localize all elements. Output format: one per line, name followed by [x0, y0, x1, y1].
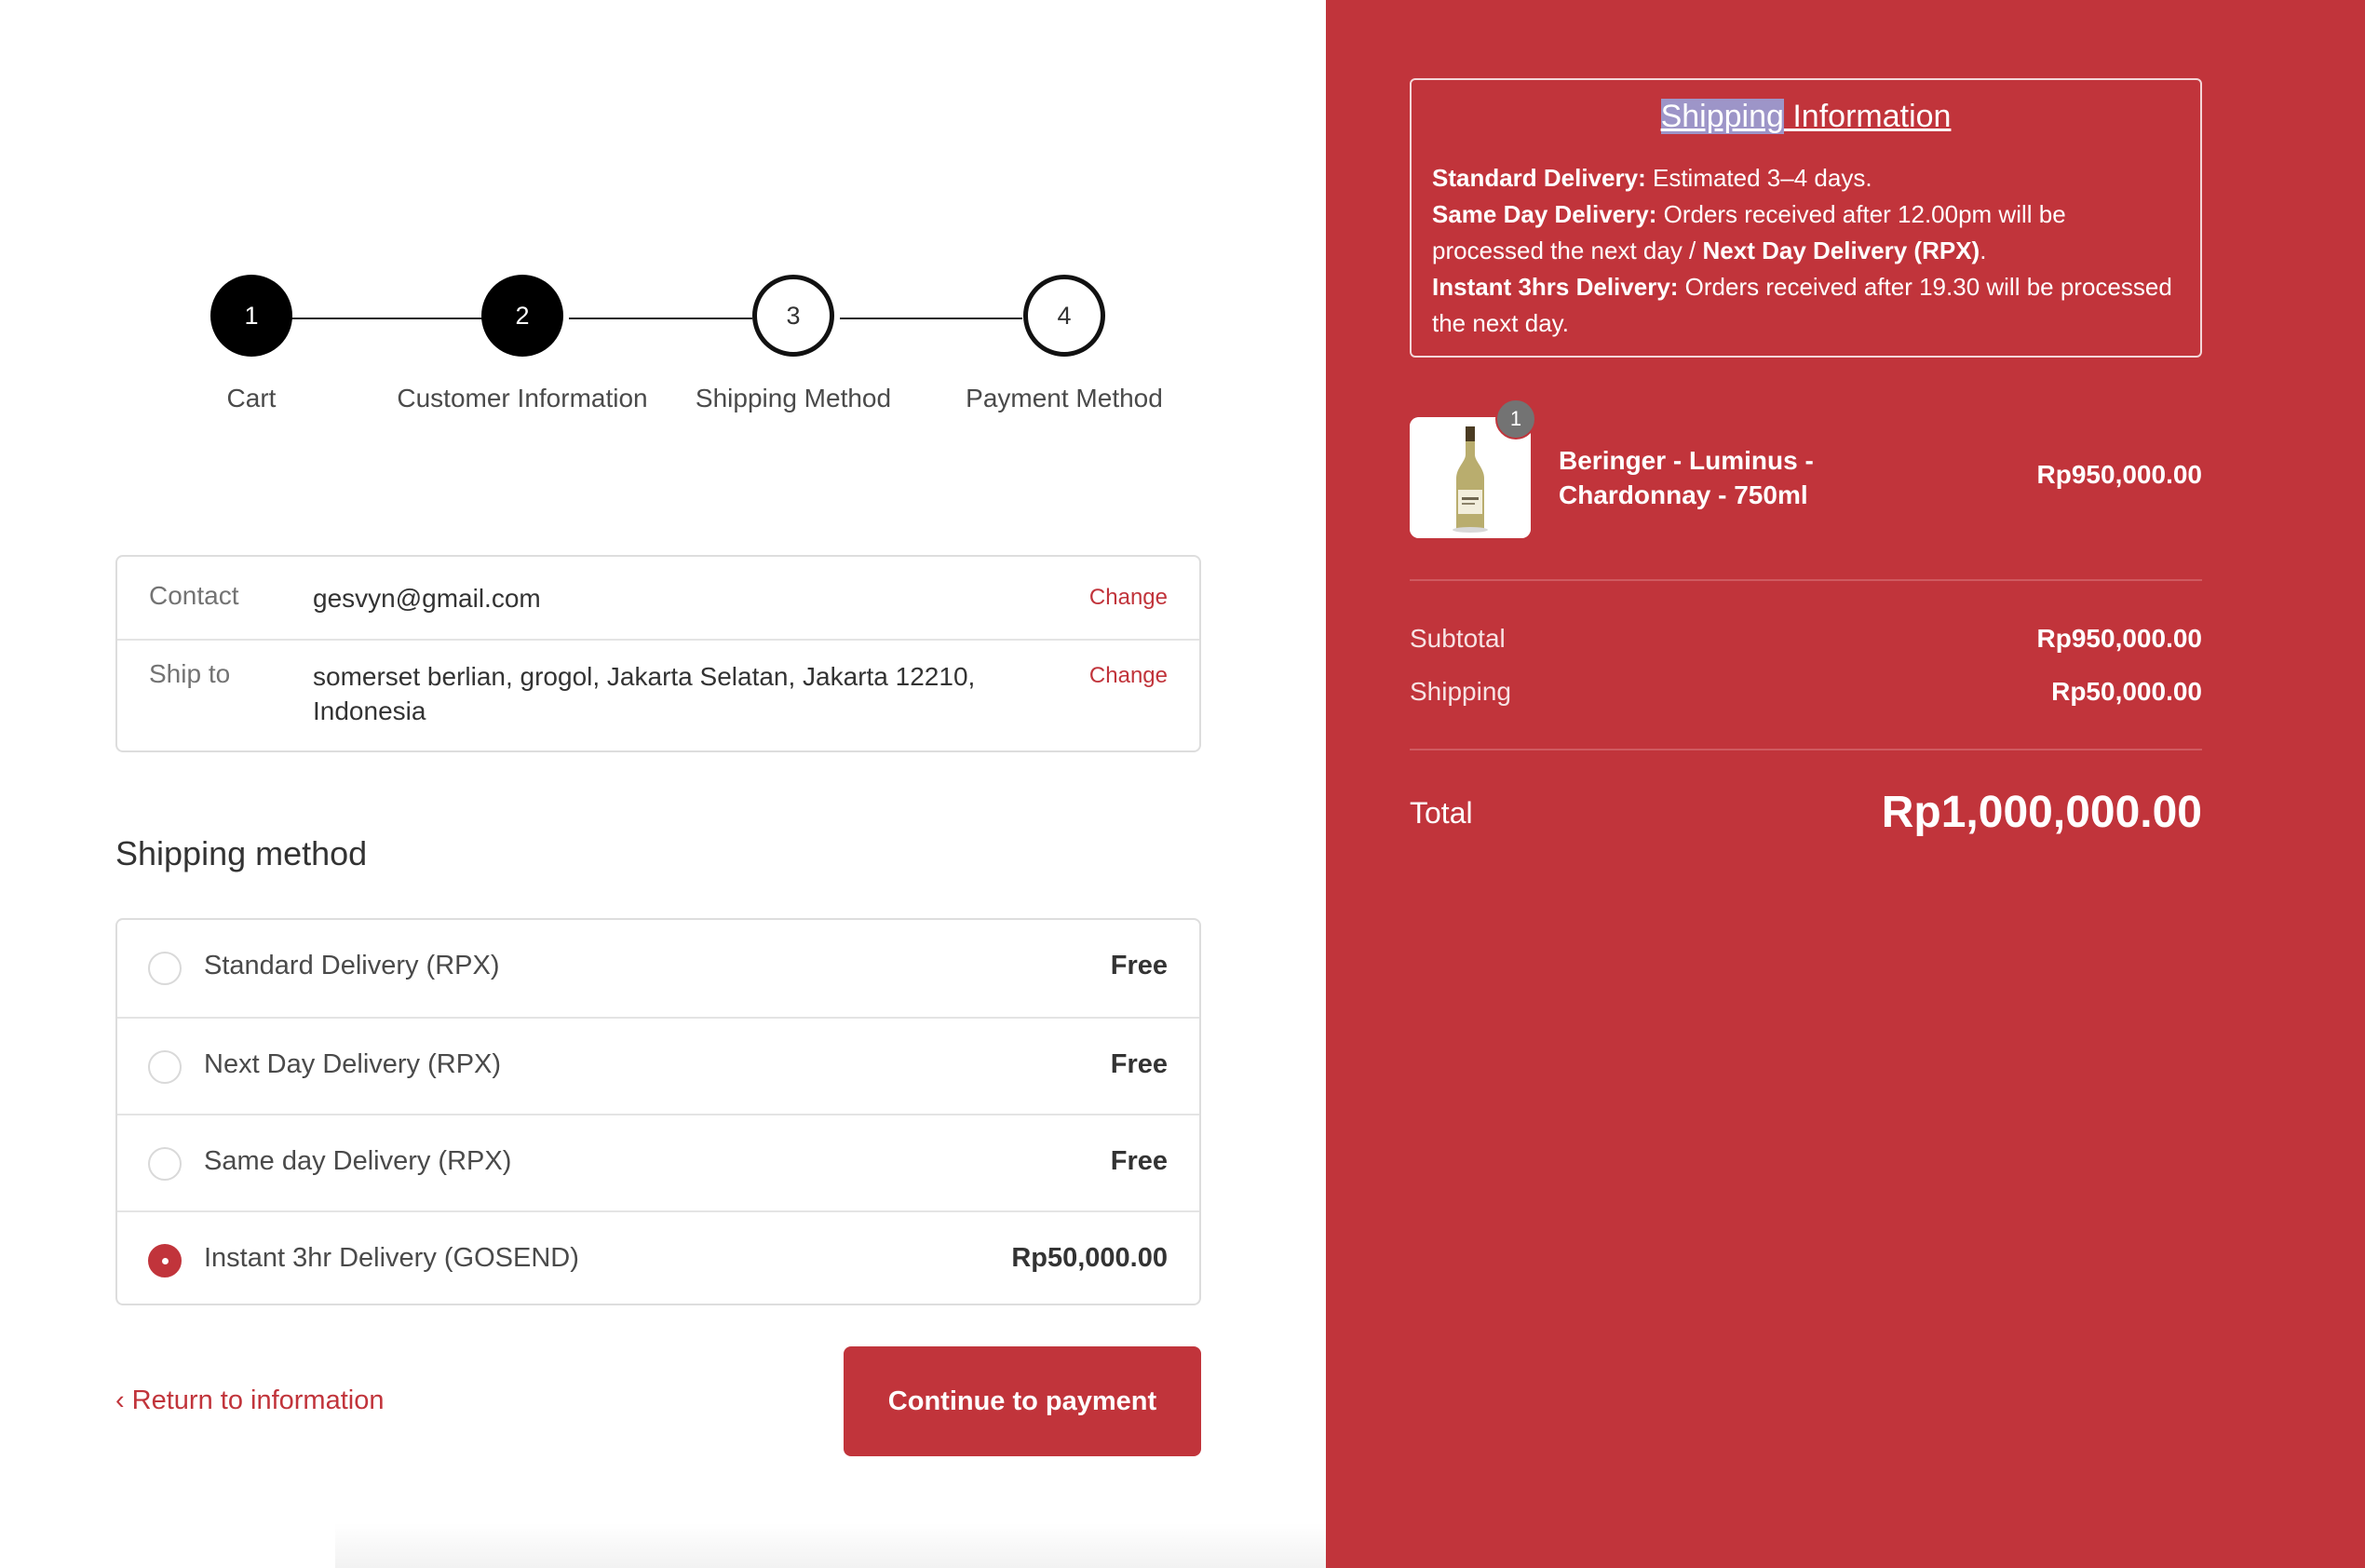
shipping-info-title[interactable]: Shipping Information: [1412, 99, 2200, 135]
shipping-options: Standard Delivery (RPX) Free Next Day De…: [115, 918, 1201, 1305]
step-customer-information[interactable]: 2 Customer Information: [383, 275, 662, 413]
step-label: Cart: [226, 384, 277, 412]
step-payment-method: 4 Payment Method: [925, 275, 1204, 413]
shipping-option-standard[interactable]: Standard Delivery (RPX) Free: [117, 920, 1199, 1017]
total-label: Total: [1410, 796, 1473, 830]
checkout-stepper: 1 Cart 2 Customer Information 3 Shipping…: [0, 0, 1326, 447]
order-summary-panel: Shipping Information Standard Delivery: …: [1326, 0, 2365, 1568]
shipping-option-same-day[interactable]: Same day Delivery (RPX) Free: [117, 1114, 1199, 1210]
info-next-day-suffix: .: [1980, 237, 1987, 264]
total-value: Rp1,000,000.00: [1881, 788, 2202, 837]
shipping-option-next-day[interactable]: Next Day Delivery (RPX) Free: [117, 1017, 1199, 1114]
info-standard-text: Estimated 3–4 days.: [1645, 164, 1872, 192]
summary-divider: [1410, 579, 2202, 581]
option-label: Instant 3hr Delivery (GOSEND): [204, 1243, 579, 1273]
title-highlight: Shipping: [1660, 99, 1784, 134]
step-cart[interactable]: 1 Cart: [112, 275, 391, 413]
step-label: Shipping Method: [695, 384, 892, 412]
option-label: Standard Delivery (RPX): [204, 951, 500, 980]
product-thumbnail: 1: [1410, 399, 1536, 538]
info-standard-label: Standard Delivery:: [1432, 164, 1646, 192]
step-shipping-method: 3 Shipping Method: [654, 275, 933, 413]
step-label: Payment Method: [966, 384, 1163, 412]
ship-to-value: somerset berlian, grogol, Jakarta Selata…: [313, 662, 976, 725]
info-instant: Instant 3hrs Delivery: Orders received a…: [1432, 269, 2177, 342]
order-item: 1 Beringer - Luminus - Chardonnay - 750m…: [1410, 399, 2202, 538]
info-standard: Standard Delivery: Estimated 3–4 days.: [1432, 160, 2177, 196]
option-price: Free: [1110, 1146, 1168, 1176]
ship-to-label: Ship to: [149, 659, 231, 688]
option-price: Rp50,000.00: [1011, 1243, 1168, 1273]
radio-button-selected[interactable]: [148, 1244, 182, 1277]
info-same-day: Same Day Delivery: Orders received after…: [1432, 196, 2177, 269]
subtotal-value: Rp950,000.00: [2036, 624, 2202, 653]
return-to-information-link[interactable]: ‹ Return to information: [115, 1386, 384, 1416]
info-next-day-label: Next Day Delivery (RPX): [1702, 237, 1980, 264]
step-number: 2: [481, 275, 563, 357]
option-price: Free: [1110, 1049, 1168, 1079]
chevron-left-icon: ‹: [115, 1386, 125, 1415]
step-label: Customer Information: [397, 384, 648, 412]
bottom-fade: [335, 1523, 1326, 1568]
radio-button[interactable]: [148, 1147, 182, 1181]
review-box: Contact gesvyn@gmail.com Change Ship to …: [115, 555, 1201, 752]
change-address-link[interactable]: Change: [1089, 663, 1168, 689]
product-name: Beringer - Luminus - Chardonnay - 750ml: [1559, 446, 1814, 509]
step-number: 3: [752, 275, 834, 357]
title-rest: Information: [1783, 99, 1952, 134]
radio-button[interactable]: [148, 952, 182, 985]
checkout-main: 1 Cart 2 Customer Information 3 Shipping…: [0, 0, 1326, 1568]
shipping-label: Shipping: [1410, 677, 1511, 706]
shipping-method-title: Shipping method: [115, 834, 368, 872]
subtotal-label: Subtotal: [1410, 624, 1506, 653]
shipping-option-instant[interactable]: Instant 3hr Delivery (GOSEND) Rp50,000.0…: [117, 1210, 1199, 1307]
shipping-info-box: Shipping Information Standard Delivery: …: [1410, 78, 2202, 358]
info-same-day-label: Same Day Delivery:: [1432, 200, 1657, 228]
product-price: Rp950,000.00: [2036, 460, 2202, 489]
radio-button[interactable]: [148, 1050, 182, 1084]
change-contact-link[interactable]: Change: [1089, 585, 1168, 611]
step-number: 1: [210, 275, 292, 357]
contact-label: Contact: [149, 581, 239, 610]
step-number: 4: [1023, 275, 1105, 357]
option-label: Next Day Delivery (RPX): [204, 1049, 502, 1079]
return-label: Return to information: [131, 1386, 385, 1415]
continue-to-payment-button[interactable]: Continue to payment: [844, 1346, 1201, 1456]
ship-to-row: Ship to somerset berlian, grogol, Jakart…: [117, 639, 1199, 750]
shipping-info-text: Standard Delivery: Estimated 3–4 days. S…: [1432, 160, 2177, 342]
info-instant-label: Instant 3hrs Delivery:: [1432, 273, 1679, 301]
option-price: Free: [1110, 951, 1168, 980]
contact-row: Contact gesvyn@gmail.com Change: [117, 557, 1199, 641]
option-label: Same day Delivery (RPX): [204, 1146, 512, 1176]
shipping-value: Rp50,000.00: [2051, 677, 2202, 706]
summary-divider: [1410, 749, 2202, 750]
quantity-badge: 1: [1495, 399, 1536, 439]
contact-value: gesvyn@gmail.com: [313, 584, 541, 613]
